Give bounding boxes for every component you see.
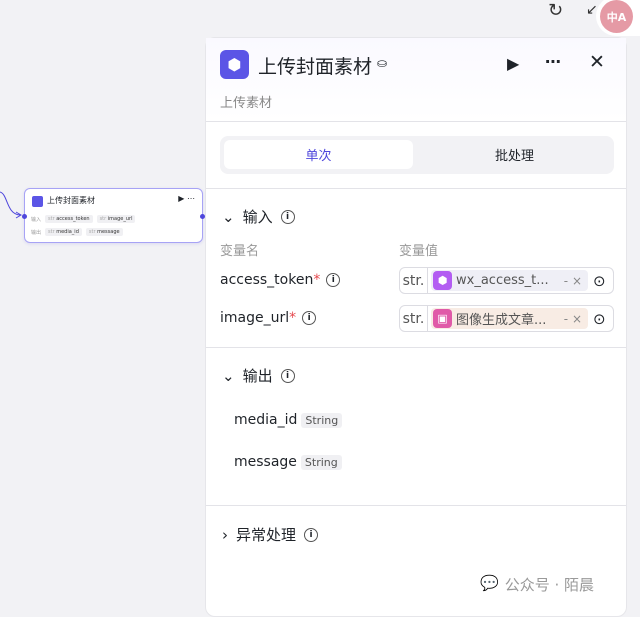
panel-header: ⬢ 上传封面素材 ⛀ ▶ ⋯ ✕ 上传素材 (206, 38, 626, 122)
cube-icon: ⬢ (433, 271, 452, 290)
divider (206, 505, 626, 506)
type-tag: String (300, 454, 342, 470)
info-icon[interactable]: i (280, 209, 295, 224)
param-access-token: access_token* i (220, 272, 341, 288)
image-icon: ▣ (433, 309, 452, 328)
translate-badge[interactable]: 中A (600, 0, 633, 33)
access-token-value-field[interactable]: str. ⬢ wx_access_t... - × ⊙ (399, 267, 614, 294)
variable-picker-icon[interactable]: ⊙ (593, 310, 606, 328)
node-run-icon[interactable]: ▶ ⋯ (178, 194, 195, 203)
node-output-tag: str media_id (45, 228, 82, 236)
remove-icon[interactable]: - × (564, 312, 588, 326)
wechat-icon: 💬 (480, 574, 499, 592)
param-image-url: image_url* i (220, 310, 317, 326)
type-label: str. (400, 268, 428, 293)
refresh-icon[interactable]: ↻ (548, 0, 563, 21)
section-title: 输入 (242, 208, 273, 226)
node-input-label: 输入 (31, 216, 42, 223)
cube-icon: ⬢ (220, 50, 249, 79)
remove-icon[interactable]: - × (564, 274, 588, 288)
reference-chip[interactable]: ▣ 图像生成文章... - × (431, 308, 588, 329)
run-button[interactable]: ▶ (507, 54, 519, 73)
node-settings-panel: ⬢ 上传封面素材 ⛀ ▶ ⋯ ✕ 上传素材 单次 批处理 ⌄ 输入 i 变量名 变量… (205, 37, 627, 617)
panel-subtitle: 上传素材 (220, 96, 273, 111)
variable-picker-icon[interactable]: ⊙ (593, 272, 606, 290)
col-name-header: 变量名 (220, 244, 260, 259)
node-input-tag: str image_url (96, 215, 136, 223)
chevron-down-icon: ⌄ (222, 207, 235, 226)
mode-tabs: 单次 批处理 (220, 136, 614, 174)
input-port[interactable] (22, 214, 27, 219)
type-label: str. (400, 306, 428, 331)
reference-chip[interactable]: ⬢ wx_access_t... - × (431, 270, 588, 291)
tab-single[interactable]: 单次 (224, 140, 413, 169)
tab-batch[interactable]: 批处理 (420, 140, 609, 169)
node-output-label: 输出 (31, 229, 42, 236)
info-icon[interactable]: i (304, 527, 319, 542)
section-title: 异常处理 (236, 526, 297, 544)
cube-icon (32, 196, 43, 207)
plugin-icon: ⛀ (377, 56, 388, 70)
col-value-header: 变量值 (399, 244, 439, 259)
divider (206, 188, 626, 189)
info-icon[interactable]: i (302, 311, 317, 325)
chevron-down-icon: ⌄ (222, 366, 235, 385)
node-title: 上传封面素材 (47, 196, 95, 205)
chevron-right-icon: › (222, 525, 228, 544)
output-section-toggle[interactable]: ⌄ 输出 i (222, 365, 295, 386)
info-icon[interactable]: i (280, 368, 295, 383)
panel-title: 上传封面素材 (258, 56, 373, 78)
node-output-tag: str message (85, 228, 123, 236)
image-url-value-field[interactable]: str. ▣ 图像生成文章... - × ⊙ (399, 305, 614, 332)
error-section-toggle[interactable]: › 异常处理 i (222, 524, 319, 545)
input-section-toggle[interactable]: ⌄ 输入 i (222, 206, 295, 227)
node-input-tag: str access_token (45, 215, 93, 223)
close-button[interactable]: ✕ (589, 51, 605, 73)
watermark: 💬 公众号 · 陌晨 (480, 574, 594, 594)
workflow-node[interactable]: 上传封面素材 ▶ ⋯ 输入 str access_token str image… (22, 188, 205, 243)
type-tag: String (301, 412, 343, 428)
divider (206, 347, 626, 348)
output-item: media_id String (234, 412, 343, 428)
more-button[interactable]: ⋯ (545, 52, 561, 71)
info-icon[interactable]: i (326, 273, 341, 287)
output-item: message String (234, 454, 342, 470)
section-title: 输出 (242, 367, 273, 385)
canvas-edge-curve (0, 190, 24, 224)
